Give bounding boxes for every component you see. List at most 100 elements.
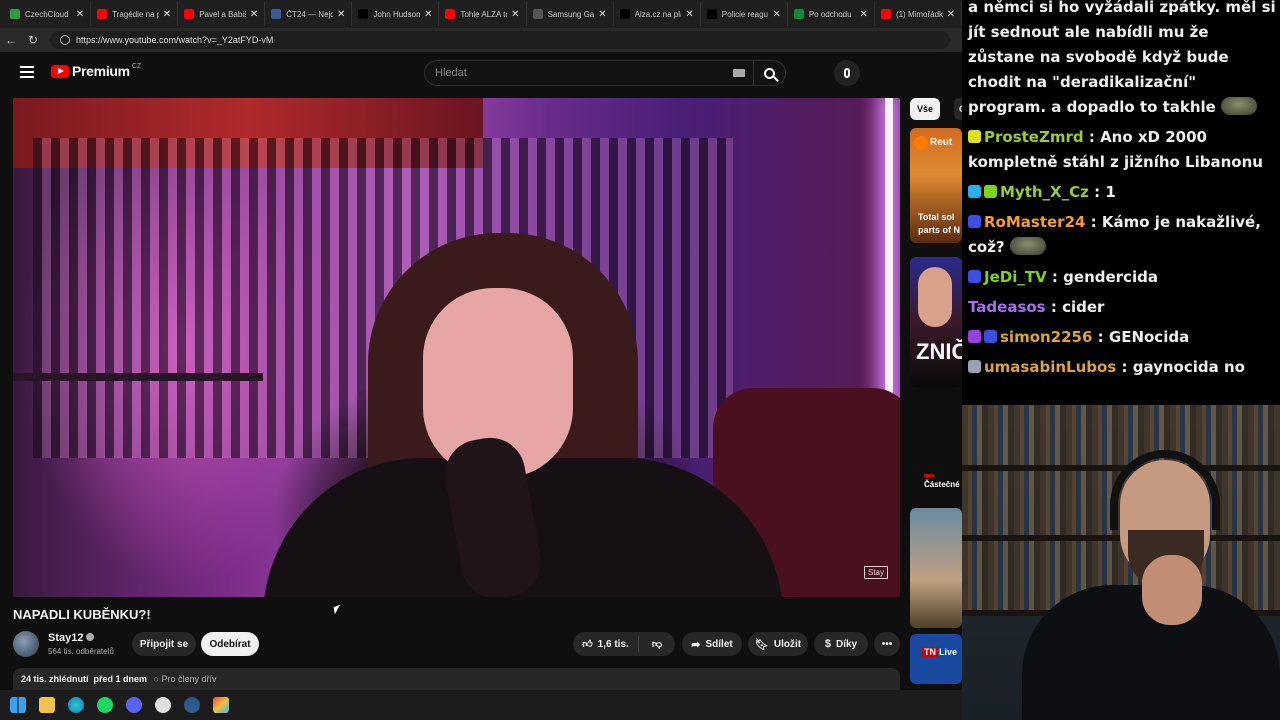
browser-tab[interactable]: John Hudson ✕	[352, 2, 440, 26]
voice-search-button[interactable]	[834, 60, 860, 86]
thanks-icon: $	[824, 638, 831, 650]
chat-separator: :	[1092, 328, 1109, 346]
tab-close-icon[interactable]: ✕	[772, 9, 780, 20]
dislike-button[interactable]: 👎︎	[639, 638, 675, 650]
thanks-button[interactable]: $ Díky	[814, 632, 868, 656]
rec-thumbnail-tn-live[interactable]: TN Live	[910, 634, 962, 684]
keyboard-icon[interactable]	[733, 69, 745, 77]
tab-close-icon[interactable]: ✕	[424, 9, 432, 20]
browser-tab[interactable]: (1) Mimořádk ✕	[875, 2, 963, 26]
url-field[interactable]: https://www.youtube.com/watch?v=_Y2atFYD…	[50, 31, 950, 49]
youtube-premium-logo[interactable]: Premium CZ	[51, 63, 141, 79]
chat-separator: :	[1045, 298, 1063, 316]
share-label: Sdílet	[705, 638, 733, 650]
browser-tab[interactable]: CzechCloud ✕	[4, 2, 92, 26]
like-count: 1,6 tis.	[597, 638, 629, 650]
tab-close-icon[interactable]: ✕	[598, 9, 606, 20]
description-box[interactable]: 24 tis. zhlédnutí před 1 dnem ○ Pro člen…	[13, 668, 900, 690]
steam-icon[interactable]	[184, 697, 200, 713]
tab-close-icon[interactable]: ✕	[860, 9, 868, 20]
reload-icon[interactable]: ↻	[22, 33, 44, 47]
tab-close-icon[interactable]: ✕	[511, 9, 519, 20]
tab-close-icon[interactable]: ✕	[76, 9, 84, 20]
tab-label: Tohle ALZA to	[460, 9, 508, 19]
channel-subscribers: 564 tis. odběratelů	[48, 647, 114, 656]
rec-thumb-text: ZNIČ	[916, 339, 962, 364]
chat-text: GENocida	[1108, 328, 1190, 346]
tab-favicon-icon	[706, 9, 717, 19]
browser-tab[interactable]: Samsung Gal ✕	[527, 2, 614, 26]
site-info-icon[interactable]	[60, 35, 70, 45]
tab-close-icon[interactable]: ✕	[685, 9, 693, 20]
file-explorer-icon[interactable]	[39, 697, 55, 713]
like-dislike-group: 👍︎ 1,6 tis. 👎︎	[573, 632, 675, 656]
share-icon: ➦	[691, 638, 701, 651]
back-icon[interactable]: ←	[0, 33, 22, 47]
channel-name[interactable]: Stay12	[48, 632, 95, 644]
video-title: NAPADLI KUBĚNKU?!	[13, 607, 151, 622]
browser-tab[interactable]: Po odchodu ✕	[788, 2, 875, 26]
tab-favicon-icon	[97, 9, 108, 19]
reuters-label: Reut	[930, 137, 953, 148]
hamburger-menu-icon[interactable]	[20, 66, 34, 78]
tab-label: ČT24 — Nejd	[286, 9, 333, 19]
tab-close-icon[interactable]: ✕	[947, 9, 955, 20]
tab-close-icon[interactable]: ✕	[337, 9, 345, 20]
browser-tab[interactable]: Tohle ALZA to ✕	[439, 2, 527, 26]
recommendations-strip: Vše O Reut Total sol parts of N ZNIČ Čás…	[910, 98, 972, 688]
share-button[interactable]: ➦ Sdílet	[682, 632, 742, 656]
edge-browser-icon[interactable]	[68, 697, 84, 713]
browser-tab[interactable]: Pavel a Babiš ✕	[178, 2, 266, 26]
chat-username[interactable]: RoMaster24	[984, 213, 1085, 231]
chat-text: 1	[1105, 183, 1116, 201]
chat-message: a němci si ho vyžádali zpátky. měl si jí…	[968, 0, 1276, 120]
windows-start-icon[interactable]	[10, 697, 26, 713]
tab-label: Tragédie na p	[112, 9, 159, 19]
browser-tab[interactable]: ČT24 — Nejd ✕	[265, 2, 353, 26]
youtube-header: Premium CZ Hledat	[0, 52, 962, 92]
screen: CzechCloud ✕ Tragédie na p ✕ Pavel a Babiš ✕ Č…	[0, 0, 1280, 720]
chip-all[interactable]: Vše	[910, 98, 941, 120]
chat-separator: :	[1116, 358, 1133, 376]
rec-thumbnail-train[interactable]	[910, 508, 962, 628]
join-button[interactable]: Připojit se	[132, 632, 196, 656]
rec-thumbnail-znic[interactable]: ZNIČ	[910, 257, 962, 387]
channel-avatar[interactable]	[13, 631, 39, 657]
chat-username[interactable]: Tadeasos	[968, 298, 1046, 316]
chat-username[interactable]: umasabinLubos	[984, 358, 1116, 376]
search-button[interactable]	[753, 61, 785, 85]
tab-close-icon[interactable]: ✕	[163, 9, 171, 20]
chat-username[interactable]: Myth_X_Cz	[1000, 183, 1089, 201]
chat-message: Myth_X_Cz : 1	[968, 180, 1276, 205]
tab-favicon-icon	[619, 9, 630, 19]
subscribe-button[interactable]: Odebírat	[201, 632, 259, 656]
browser-tab[interactable]: Alza.cz na pla ✕	[614, 2, 701, 26]
photos-icon[interactable]	[213, 697, 229, 713]
rec-title-line-1: Total sol	[918, 212, 955, 222]
search-input[interactable]: Hledat	[424, 60, 786, 86]
like-button[interactable]: 👍︎ 1,6 tis.	[573, 636, 639, 652]
video-player[interactable]: Stay	[13, 98, 900, 597]
video-watermark: Stay	[863, 566, 888, 579]
stream-chat: a němci si ho vyžádali zpátky. měl si jí…	[962, 0, 1280, 405]
chat-badge-icon	[984, 330, 997, 343]
save-button[interactable]: 🔖︎ Uložit	[748, 632, 808, 656]
chat-username[interactable]: ProsteZmrd	[984, 128, 1084, 146]
chat-separator: :	[1085, 213, 1102, 231]
browser-tab[interactable]: Tragédie na p ✕	[91, 2, 179, 26]
chat-username[interactable]: JeDi_TV	[984, 268, 1047, 286]
tab-favicon-icon	[358, 9, 369, 19]
browser-tab[interactable]: Policie reagu ✕	[701, 2, 788, 26]
chat-username[interactable]: simon2256	[1000, 328, 1092, 346]
tab-label: Pavel a Babiš	[199, 9, 246, 19]
tab-close-icon[interactable]: ✕	[250, 9, 258, 20]
discord-icon[interactable]	[126, 697, 142, 713]
rec-thumbnail-reuters[interactable]: Reut Total sol parts of N	[910, 128, 962, 243]
more-actions-button[interactable]: •••	[874, 632, 900, 656]
bookmark-icon: 🔖︎	[754, 638, 769, 651]
spotify-icon[interactable]	[97, 697, 113, 713]
obs-icon[interactable]	[155, 697, 171, 713]
chat-text: gendercida	[1063, 268, 1158, 286]
members-first-text: Pro členy dřív	[161, 674, 217, 684]
streamer-webcam	[962, 405, 1280, 720]
